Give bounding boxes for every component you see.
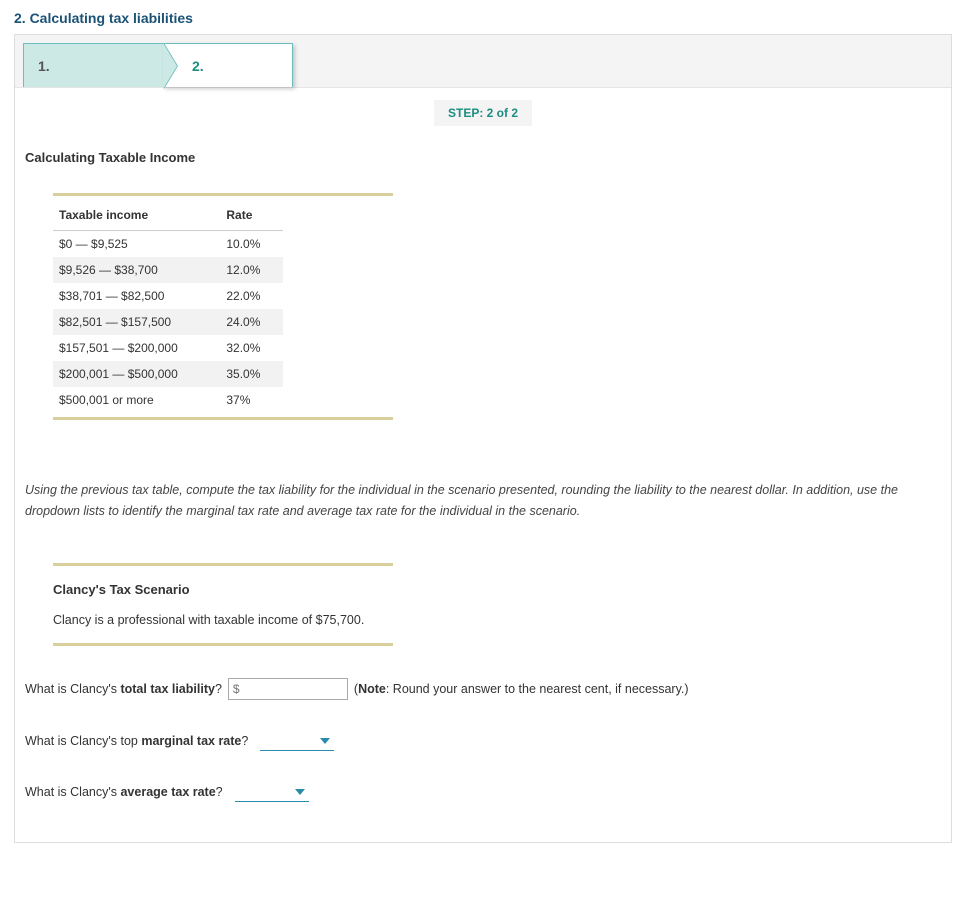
th-income: Taxable income (53, 200, 226, 231)
text: ? (215, 682, 222, 696)
scenario-text: Clancy is a professional with taxable in… (53, 613, 393, 627)
cell-income: $157,501 — $200,000 (53, 335, 226, 361)
tax-bracket-table: Taxable income Rate $0 — $9,52510.0% $9,… (53, 200, 283, 413)
table-row: $82,501 — $157,50024.0% (53, 309, 283, 335)
cell-rate: 24.0% (226, 309, 283, 335)
q1-label: What is Clancy's total tax liability? (25, 682, 222, 696)
cell-rate: 12.0% (226, 257, 283, 283)
cell-rate: 22.0% (226, 283, 283, 309)
table-row: $157,501 — $200,00032.0% (53, 335, 283, 361)
average-rate-dropdown[interactable] (235, 783, 309, 802)
divider (53, 193, 393, 196)
q3-label: What is Clancy's average tax rate? (25, 785, 223, 799)
question-average-rate: What is Clancy's average tax rate? (25, 783, 941, 802)
section-heading: Calculating Taxable Income (25, 150, 941, 165)
q1-note: (Note: Round your answer to the nearest … (354, 682, 689, 696)
question-marginal-rate: What is Clancy's top marginal tax rate? (25, 732, 941, 751)
text-bold: total tax liability (120, 682, 214, 696)
marginal-rate-dropdown[interactable] (260, 732, 334, 751)
text: : Round your answer to the nearest cent,… (386, 682, 689, 696)
step-label: STEP: (448, 106, 483, 120)
content-frame: 1. 2. STEP: 2 of 2 Calculating Taxable I… (14, 34, 952, 843)
cell-income: $9,526 — $38,700 (53, 257, 226, 283)
cell-rate: 35.0% (226, 361, 283, 387)
tab-step-1[interactable]: 1. (23, 43, 163, 87)
tabs-bar: 1. 2. (15, 35, 951, 88)
text: What is Clancy's (25, 785, 120, 799)
divider (53, 417, 393, 420)
chevron-down-icon (295, 789, 305, 795)
table-row: $38,701 — $82,50022.0% (53, 283, 283, 309)
text-bold: marginal tax rate (141, 734, 241, 748)
scenario-box: Clancy's Tax Scenario Clancy is a profes… (53, 563, 393, 646)
chevron-down-icon (320, 738, 330, 744)
scenario-heading: Clancy's Tax Scenario (53, 582, 393, 597)
cell-rate: 32.0% (226, 335, 283, 361)
instructions-text: Using the previous tax table, compute th… (25, 480, 941, 523)
cell-income: $38,701 — $82,500 (53, 283, 226, 309)
cell-income: $0 — $9,525 (53, 231, 226, 258)
cell-income: $200,001 — $500,000 (53, 361, 226, 387)
cell-income: $500,001 or more (53, 387, 226, 413)
cell-rate: 37% (226, 387, 283, 413)
question-total-liability: What is Clancy's total tax liability? (N… (25, 678, 941, 700)
text-bold: Note (358, 682, 386, 696)
total-liability-input[interactable] (228, 678, 348, 700)
th-rate: Rate (226, 200, 283, 231)
tab-step-2[interactable]: 2. (163, 43, 293, 87)
body-area: STEP: 2 of 2 Calculating Taxable Income … (15, 100, 951, 842)
cell-income: $82,501 — $157,500 (53, 309, 226, 335)
text: What is Clancy's (25, 682, 120, 696)
text: What is Clancy's top (25, 734, 141, 748)
divider (53, 643, 393, 646)
text: ? (241, 734, 248, 748)
table-row: $200,001 — $500,00035.0% (53, 361, 283, 387)
text: ? (216, 785, 223, 799)
q2-label: What is Clancy's top marginal tax rate? (25, 734, 248, 748)
page-title: 2. Calculating tax liabilities (0, 0, 966, 34)
step-value: 2 of 2 (487, 106, 518, 120)
table-row: $0 — $9,52510.0% (53, 231, 283, 258)
table-row: $500,001 or more37% (53, 387, 283, 413)
text-bold: average tax rate (120, 785, 215, 799)
table-row: $9,526 — $38,70012.0% (53, 257, 283, 283)
cell-rate: 10.0% (226, 231, 283, 258)
divider (53, 563, 393, 566)
step-indicator: STEP: 2 of 2 (434, 100, 532, 126)
